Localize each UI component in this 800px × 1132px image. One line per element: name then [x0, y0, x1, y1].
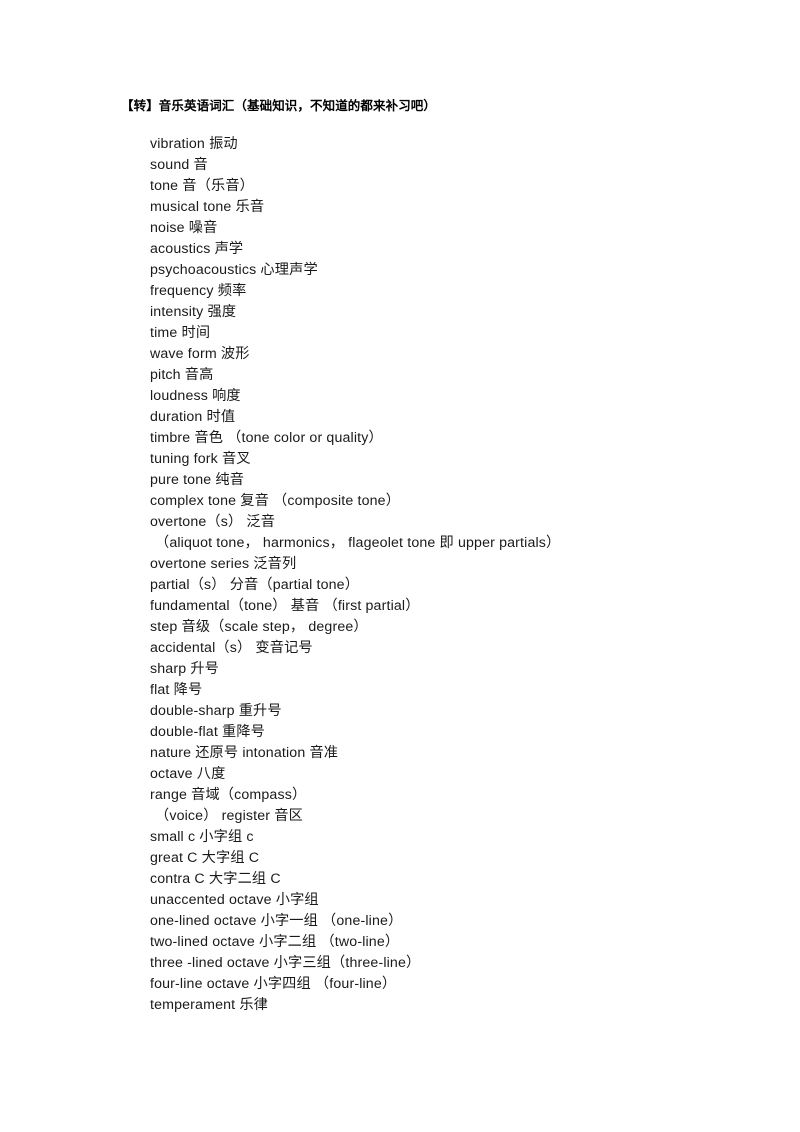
vocabulary-entry: intensity 强度	[150, 304, 237, 320]
vocabulary-entry: flat 降号	[150, 682, 203, 698]
vocabulary-entry: four-line octave 小字四组 （four-line）	[150, 976, 397, 992]
vocabulary-entry: psychoacoustics 心理声学	[150, 262, 318, 278]
vocabulary-entry: timbre 音色 （tone color or quality）	[150, 430, 383, 446]
vocabulary-entry: （aliquot tone， harmonics， flageolet tone…	[155, 535, 561, 551]
vocabulary-entry: overtone（s） 泛音	[150, 514, 276, 530]
vocabulary-entry: acoustics 声学	[150, 241, 244, 257]
vocabulary-entry: great C 大字组 C	[150, 850, 260, 866]
vocabulary-entry: accidental（s） 变音记号	[150, 640, 313, 656]
vocabulary-entry: noise 噪音	[150, 220, 218, 236]
vocabulary-entry: fundamental（tone） 基音 （first partial）	[150, 598, 420, 614]
vocabulary-entry: one-lined octave 小字一组 （one-line）	[150, 913, 403, 929]
vocabulary-entry: contra C 大字二组 C	[150, 871, 281, 887]
vocabulary-entry: complex tone 复音 （composite tone）	[150, 493, 401, 509]
vocabulary-entry: frequency 频率	[150, 283, 247, 299]
vocabulary-entry: step 音级（scale step， degree）	[150, 619, 368, 635]
vocabulary-entry: small c 小字组 c	[150, 829, 254, 845]
vocabulary-entry: （voice） register 音区	[155, 808, 303, 824]
vocabulary-entry: tone 音（乐音）	[150, 178, 254, 194]
vocabulary-entry: time 时间	[150, 325, 211, 341]
vocabulary-entry: unaccented octave 小字组	[150, 892, 319, 908]
vocabulary-entry: pitch 音高	[150, 367, 214, 383]
vocabulary-entry: wave form 波形	[150, 346, 250, 362]
vocabulary-entry: loudness 响度	[150, 388, 241, 404]
vocabulary-entry: sound 音	[150, 157, 208, 173]
vocabulary-entry: double-sharp 重升号	[150, 703, 282, 719]
vocabulary-entry: sharp 升号	[150, 661, 220, 677]
vocabulary-entry: duration 时值	[150, 409, 236, 425]
page-title: 【转】音乐英语词汇（基础知识，不知道的都来补习吧）	[121, 99, 437, 113]
vocabulary-entry: octave 八度	[150, 766, 226, 782]
vocabulary-entry: temperament 乐律	[150, 997, 269, 1013]
vocabulary-entry: pure tone 纯音	[150, 472, 245, 488]
vocabulary-entry: tuning fork 音叉	[150, 451, 251, 467]
vocabulary-entry: overtone series 泛音列	[150, 556, 297, 572]
vocabulary-list: vibration 振动 sound 音 tone 音（乐音） musical ton…	[150, 134, 770, 1016]
vocabulary-entry: musical tone 乐音	[150, 199, 265, 215]
vocabulary-entry: vibration 振动	[150, 136, 238, 152]
vocabulary-entry: double-flat 重降号	[150, 724, 266, 740]
vocabulary-entry: nature 还原号 intonation 音准	[150, 745, 339, 761]
vocabulary-entry: two-lined octave 小字二组 （two-line）	[150, 934, 400, 950]
vocabulary-entry: three -lined octave 小字三组（three-line）	[150, 955, 421, 971]
vocabulary-entry: partial（s） 分音（partial tone）	[150, 577, 360, 593]
document-page: 【转】音乐英语词汇（基础知识，不知道的都来补习吧） vibration 振动 so…	[0, 0, 800, 1132]
vocabulary-entry: range 音域（compass）	[150, 787, 307, 803]
